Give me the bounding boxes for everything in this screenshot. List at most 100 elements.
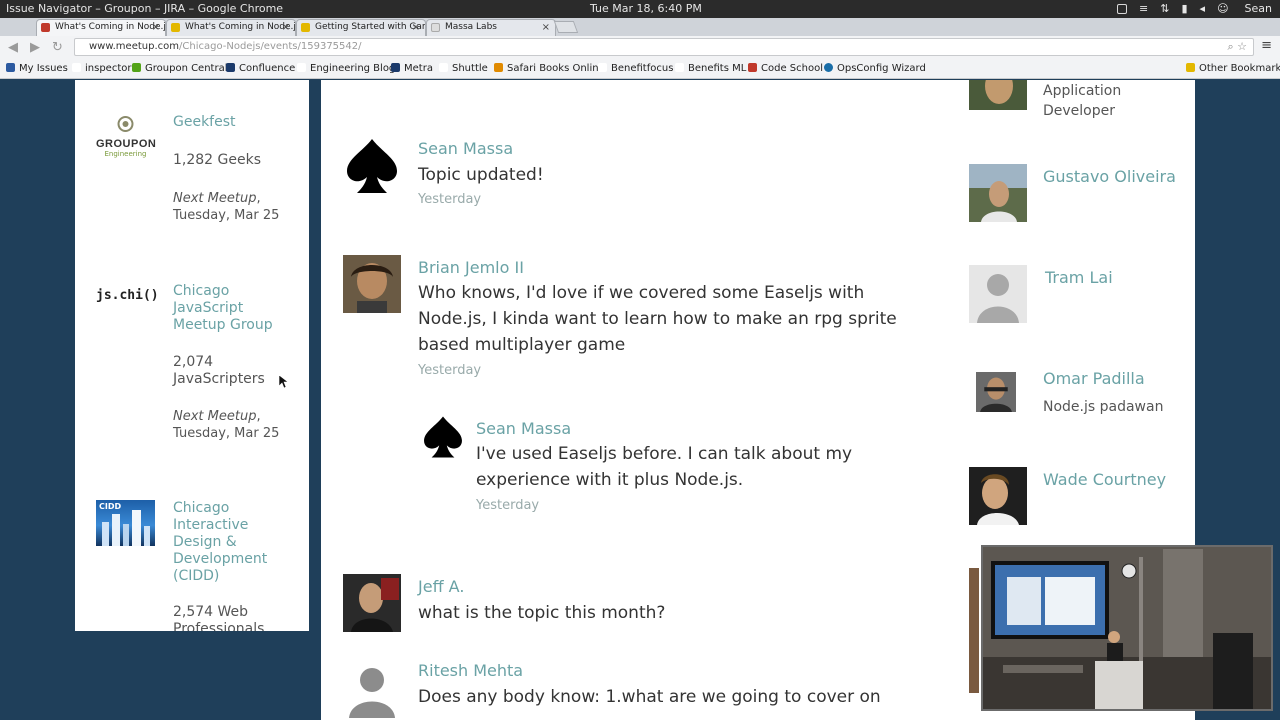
- address-host: www.meetup.com: [89, 41, 179, 52]
- member-name[interactable]: Wade Courtney: [1043, 467, 1183, 493]
- bookmark-benefits-ml[interactable]: Benefits ML: [675, 59, 746, 78]
- close-icon[interactable]: ×: [542, 20, 550, 35]
- reload-icon[interactable]: ↻: [52, 40, 63, 55]
- forward-icon[interactable]: ▶: [30, 40, 40, 55]
- user-name[interactable]: Sean: [1245, 0, 1272, 18]
- bookmark-label: Benefits ML: [688, 63, 747, 74]
- member-name[interactable]: Tram Lai: [1045, 265, 1185, 291]
- system-clock[interactable]: Tue Mar 18, 6:40 PM: [590, 0, 702, 18]
- group-next-date: Tuesday, Mar 25: [173, 426, 280, 441]
- bookmarks-bar: My Issues inspector Groupon Central Conf…: [0, 59, 1280, 79]
- groupon-logo-sub: Engineering: [104, 150, 147, 158]
- bookmark-shuttle[interactable]: Shuttle: [439, 59, 488, 78]
- opsconfig-icon: [824, 63, 833, 72]
- meetup-icon: [41, 23, 50, 32]
- chrome-menu-icon[interactable]: ≡: [1261, 38, 1272, 53]
- default-avatar-icon[interactable]: [343, 660, 401, 718]
- new-tab-button[interactable]: [553, 21, 579, 33]
- bookmark-label: OpsConfig Wizard: [837, 63, 926, 74]
- bookmark-groupon-central[interactable]: Groupon Central: [132, 59, 228, 78]
- slides-icon: [171, 23, 180, 32]
- member-name[interactable]: Gustavo Oliveira: [1043, 164, 1183, 190]
- bookmark-confluence[interactable]: Confluence: [226, 59, 295, 78]
- close-icon[interactable]: ×: [412, 20, 420, 35]
- member-role: Application Developer: [1043, 83, 1122, 119]
- bookmark-opsconfig[interactable]: OpsConfig Wizard: [824, 59, 926, 78]
- close-icon[interactable]: ×: [152, 20, 160, 35]
- menu-icon[interactable]: ≡: [1139, 0, 1148, 18]
- bookmark-safari-books[interactable]: Safari Books Online: [494, 59, 605, 78]
- member-name[interactable]: Omar Padilla: [1043, 366, 1183, 392]
- bookmark-inspector[interactable]: inspector: [72, 59, 131, 78]
- address-bar[interactable]: www.meetup.com/Chicago-Nodejs/events/159…: [74, 38, 1254, 56]
- comment-author[interactable]: Sean Massa: [476, 419, 571, 439]
- group-name-cidd[interactable]: Chicago Interactive Design & Development…: [173, 500, 293, 585]
- bookmark-other[interactable]: Other Bookmarks: [1186, 59, 1280, 78]
- gear-icon: [117, 116, 134, 132]
- member-photo-avatar[interactable]: [969, 80, 1027, 110]
- group-count: 2,574 Web Professionals: [173, 604, 265, 631]
- tab-node-1[interactable]: What's Coming in Node.js ×: [36, 19, 166, 36]
- default-avatar-icon[interactable]: [969, 265, 1027, 323]
- user-photo-avatar[interactable]: [343, 255, 401, 313]
- next-meetup-label: Next Meetup: [173, 409, 257, 424]
- comment-author[interactable]: Ritesh Mehta: [418, 661, 523, 681]
- network-icon[interactable]: ⇅: [1160, 0, 1169, 18]
- bookmark-my-issues[interactable]: My Issues: [6, 59, 68, 78]
- bookmark-label: Groupon Central: [145, 63, 228, 74]
- spade-avatar-icon[interactable]: [421, 415, 465, 459]
- tab-label: Massa Labs: [445, 22, 497, 32]
- bookmark-label: Benefitfocus: [611, 63, 674, 74]
- jschi-logo[interactable]: js.chi(): [96, 288, 159, 308]
- folder-icon: [1186, 63, 1195, 72]
- page-icon: [431, 23, 440, 32]
- os-top-bar: Issue Navigator – Groupon – JIRA – Googl…: [0, 0, 1280, 18]
- tab-label: What's Coming in Node.js: [185, 22, 296, 32]
- tab-label: Getting Started with Gam: [315, 22, 426, 32]
- group-name-chicago-js[interactable]: Chicago JavaScript Meetup Group: [173, 283, 293, 334]
- member-photo-avatar[interactable]: [969, 467, 1027, 525]
- comment-timestamp[interactable]: Yesterday: [476, 498, 539, 514]
- member-photo-avatar[interactable]: [969, 164, 1027, 222]
- confluence-icon: [226, 63, 235, 72]
- page-icon: [598, 63, 607, 72]
- page-icon: [675, 63, 684, 72]
- comment-author[interactable]: Sean Massa: [418, 139, 513, 159]
- comment-timestamp[interactable]: Yesterday: [418, 192, 481, 208]
- comment-author[interactable]: Jeff A.: [418, 577, 464, 597]
- close-icon[interactable]: ×: [282, 20, 290, 35]
- bookmark-code-school[interactable]: Code School: [748, 59, 823, 78]
- cidd-logo[interactable]: CIDD: [96, 500, 155, 546]
- user-icon[interactable]: ☺: [1217, 0, 1228, 18]
- group-count: 1,282 Geeks: [173, 152, 262, 168]
- tab-node-2[interactable]: What's Coming in Node.js ×: [166, 19, 296, 36]
- metra-icon: [391, 63, 400, 72]
- safari-icon: [494, 63, 503, 72]
- bookmark-engineering-blog[interactable]: Engineering Blog: [297, 59, 395, 78]
- spade-avatar-icon[interactable]: [343, 137, 401, 195]
- dropbox-icon[interactable]: [1117, 4, 1128, 14]
- member-photo-avatar[interactable]: [969, 568, 979, 693]
- system-tray: ≡ ⇅ ▮ ◂ ☺ Sean: [1117, 0, 1272, 18]
- bookmark-benefitfocus[interactable]: Benefitfocus: [598, 59, 673, 78]
- tab-getting-started[interactable]: Getting Started with Gam ×: [296, 19, 426, 36]
- comment-text: what is the topic this month?: [418, 603, 666, 623]
- user-photo-avatar[interactable]: [343, 574, 401, 632]
- mouse-cursor-icon: [279, 375, 288, 389]
- zoom-icon[interactable]: ⌕: [1227, 40, 1233, 53]
- member-photo-avatar[interactable]: [976, 372, 1016, 412]
- comment-author[interactable]: Brian Jemlo II: [418, 258, 524, 278]
- battery-icon[interactable]: ▮: [1181, 0, 1187, 18]
- bookmark-star-icon[interactable]: ☆: [1237, 40, 1247, 53]
- presenter-video-frame: [983, 547, 1271, 709]
- jira-icon: [6, 63, 15, 72]
- volume-icon[interactable]: ◂: [1200, 0, 1206, 18]
- bookmark-metra[interactable]: Metra: [391, 59, 433, 78]
- groupon-logo[interactable]: GROUPON Engineering: [96, 114, 156, 164]
- tab-massa-labs[interactable]: Massa Labs ×: [426, 19, 556, 36]
- comment-timestamp[interactable]: Yesterday: [418, 363, 481, 379]
- group-name-geekfest[interactable]: Geekfest: [173, 114, 293, 131]
- bookmark-label: Engineering Blog: [310, 63, 396, 74]
- presenter-video-overlay[interactable]: [981, 545, 1273, 711]
- back-icon[interactable]: ◀: [8, 40, 18, 55]
